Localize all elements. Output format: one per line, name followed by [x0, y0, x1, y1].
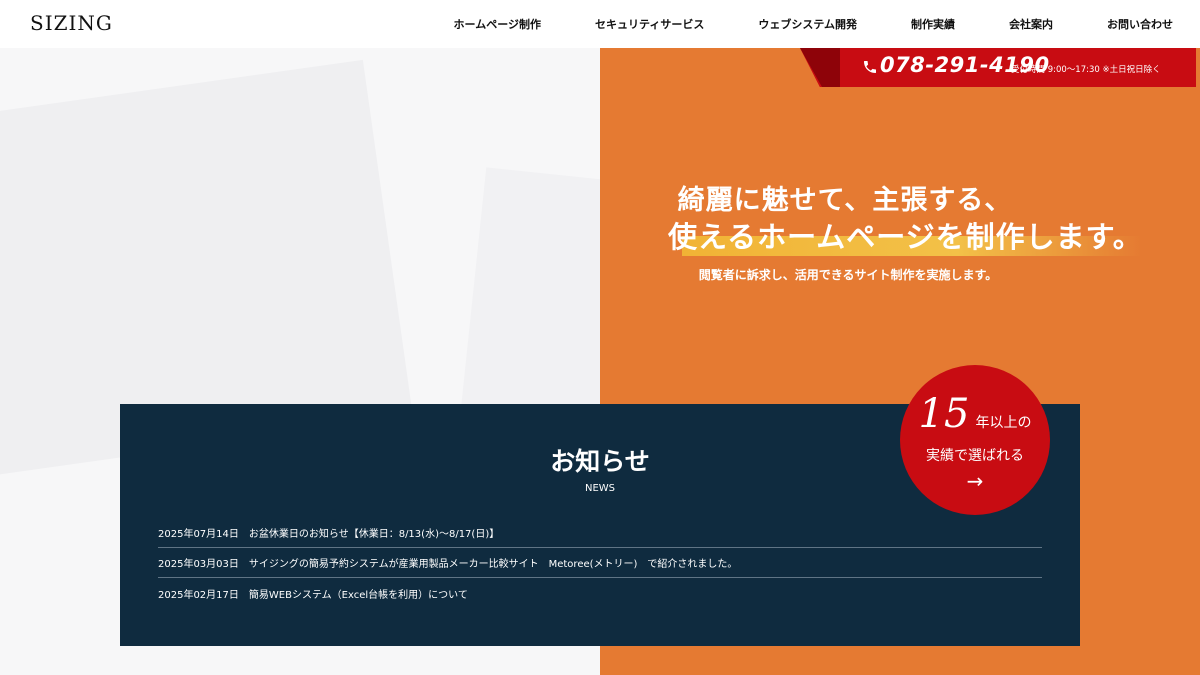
hero-heading-line1: 綺麗に魅せて、主張する、: [677, 185, 1013, 216]
arrow-right-icon: →: [966, 469, 984, 493]
news-item[interactable]: 2025年02月17日 簡易WEBシステム（Excel台帳を利用）について: [158, 578, 1042, 608]
nav-item-company[interactable]: 会社案内: [1009, 16, 1053, 32]
phone-hours: 受付時間 9:00〜17:30 ※土日祝日除く: [1011, 65, 1161, 75]
news-date: 2025年07月14日: [158, 529, 239, 540]
badge-text-years: 年以上の: [975, 415, 1032, 431]
badge-number: 15: [918, 391, 970, 437]
phone-icon: [864, 61, 876, 73]
nav-item-security[interactable]: セキュリティサービス: [595, 16, 704, 32]
site-header: SIZING ホームページ制作 セキュリティサービス ウェブシステム開発 制作実…: [0, 0, 1200, 48]
hero-subheading: 閲覧者に訴求し、活用できるサイト制作を実施します。: [698, 268, 998, 282]
news-text: サイジングの簡易予約システムが産業用製品メーカー比較サイト Metoree(メト…: [248, 559, 738, 570]
news-date: 2025年03月03日: [158, 559, 239, 570]
news-item[interactable]: 2025年03月03日 サイジングの簡易予約システムが産業用製品メーカー比較サイ…: [158, 548, 1042, 578]
news-list: 2025年07月14日 お盆休業日のお知らせ【休業日：8/13(水)〜8/17(…: [158, 518, 1042, 608]
nav-item-contact[interactable]: お問い合わせ: [1107, 16, 1173, 32]
news-item[interactable]: 2025年07月14日 お盆休業日のお知らせ【休業日：8/13(水)〜8/17(…: [158, 518, 1042, 548]
phone-banner-fold: [800, 48, 840, 87]
news-text: お盆休業日のお知らせ【休業日：8/13(水)〜8/17(日)】: [248, 529, 500, 540]
badge-text-chosen: 実績で選ばれる: [926, 448, 1024, 464]
main-nav: ホームページ制作 セキュリティサービス ウェブシステム開発 制作実績 会社案内 …: [454, 0, 1173, 48]
site-logo[interactable]: SIZING: [30, 11, 113, 35]
hero-heading-line2-wrap: 使えるホームページを制作します。: [668, 214, 1143, 258]
phone-banner[interactable]: 078-291-4190 受付時間 9:00〜17:30 ※土日祝日除く: [800, 48, 1196, 87]
news-text: 簡易WEBシステム（Excel台帳を利用）について: [248, 589, 468, 601]
news-date: 2025年02月17日: [158, 589, 239, 601]
nav-item-homepage[interactable]: ホームページ制作: [454, 16, 541, 32]
nav-item-web-system[interactable]: ウェブシステム開発: [758, 16, 857, 32]
hero-heading-line2: 使えるホームページを制作します。: [668, 220, 1143, 254]
nav-item-works[interactable]: 制作実績: [911, 16, 955, 32]
badge-row: 15 年以上の: [900, 391, 1050, 437]
experience-badge[interactable]: 15 年以上の 実績で選ばれる →: [900, 365, 1050, 515]
